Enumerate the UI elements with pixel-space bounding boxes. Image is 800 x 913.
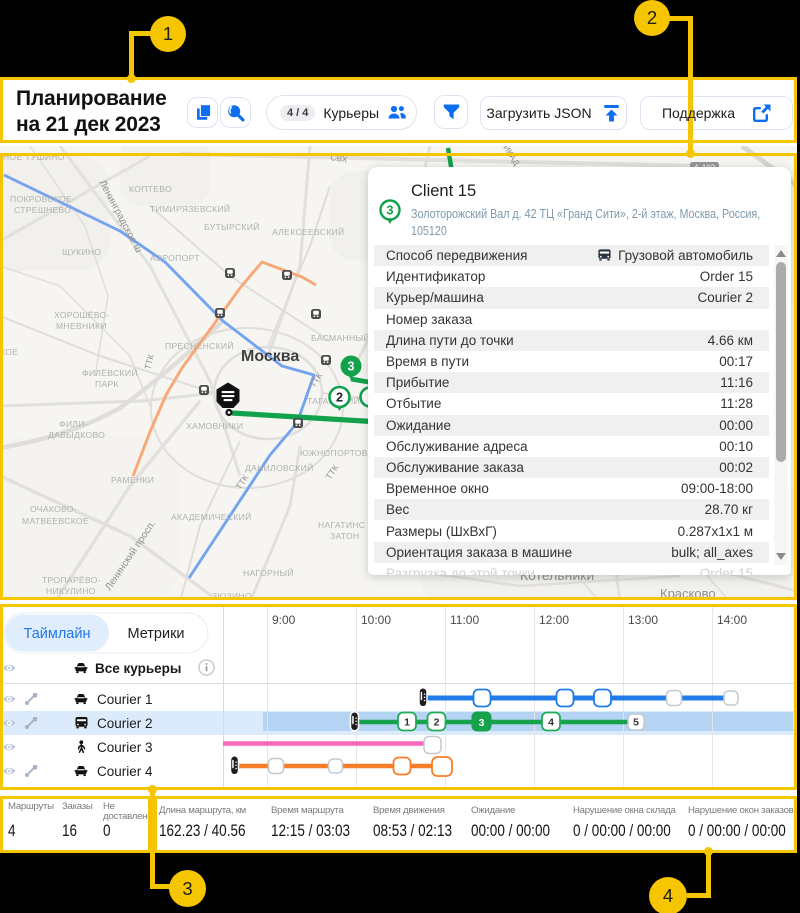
svg-text:НИКУЛИНО: НИКУЛИНО bbox=[46, 586, 96, 596]
svg-text:ТИМИРЯЗЕВСКИЙ: ТИМИРЯЗЕВСКИЙ bbox=[150, 203, 230, 214]
svg-text:Красково: Красково bbox=[660, 586, 716, 601]
svg-text:Courier 3: Courier 3 bbox=[97, 740, 153, 755]
svg-text:ПРЕСНЕНСКИЙ: ПРЕСНЕНСКИЙ bbox=[165, 340, 234, 351]
svg-text:Все курьеры: Все курьеры bbox=[95, 661, 181, 676]
svg-text:ТТК: ТТК bbox=[323, 463, 340, 481]
svg-text:ХОРОШЁВО-: ХОРОШЁВО- bbox=[54, 310, 110, 320]
svg-text:МНЕВНИКИ: МНЕВНИКИ bbox=[56, 321, 107, 331]
svg-text:2: 2 bbox=[434, 717, 440, 729]
svg-text:Courier 2: Courier 2 bbox=[97, 716, 153, 731]
svg-text:12:00: 12:00 bbox=[539, 613, 569, 627]
svg-text:Courier 4: Courier 4 bbox=[97, 764, 153, 779]
svg-text:ИКАД: ИКАД bbox=[501, 146, 522, 168]
svg-text:2: 2 bbox=[336, 391, 343, 405]
svg-text:5: 5 bbox=[633, 717, 639, 729]
svg-text:СВХ: СВХ bbox=[330, 152, 349, 164]
svg-text:АЭРОПОРТ: АЭРОПОРТ bbox=[150, 253, 200, 263]
svg-text:НАГАТИНС: НАГАТИНС bbox=[318, 520, 365, 530]
svg-text:КОЕ: КОЕ bbox=[0, 347, 18, 357]
svg-text:СТРЕШНЕВО: СТРЕШНЕВО bbox=[14, 205, 71, 215]
svg-text:НАГОРНЫЙ: НАГОРНЫЙ bbox=[243, 567, 294, 578]
svg-text:ФИЛЁВСКИЙ: ФИЛЁВСКИЙ bbox=[82, 367, 138, 378]
svg-text:ЩУКИНО: ЩУКИНО bbox=[62, 247, 101, 257]
svg-text:МАТВЕЕВСКОЕ: МАТВЕЕВСКОЕ bbox=[22, 516, 89, 526]
svg-text:БУТЫРСКИЙ: БУТЫРСКИЙ bbox=[204, 221, 260, 232]
svg-text:КОПТЕВО: КОПТЕВО bbox=[129, 184, 172, 194]
svg-text:ПОКРОВСКОЕ-: ПОКРОВСКОЕ- bbox=[10, 194, 75, 204]
svg-text:3: 3 bbox=[479, 717, 485, 729]
svg-text:3: 3 bbox=[387, 204, 394, 218]
svg-text:10:00: 10:00 bbox=[361, 613, 391, 627]
svg-text:АКАДЕМИЧЕСКИЙ: АКАДЕМИЧЕСКИЙ bbox=[171, 511, 252, 522]
svg-text:ХАМОВНИКИ: ХАМОВНИКИ bbox=[186, 421, 243, 431]
svg-text:Метрики: Метрики bbox=[127, 626, 184, 642]
svg-text:ТРОПАРЁВО-: ТРОПАРЁВО- bbox=[42, 575, 101, 585]
svg-text:Таймлайн: Таймлайн bbox=[24, 626, 91, 642]
svg-text:ЮЖНОПОРТОВ: ЮЖНОПОРТОВ bbox=[300, 448, 368, 458]
svg-text:НОЕ ТУШИНО: НОЕ ТУШИНО bbox=[3, 152, 65, 162]
svg-text:9:00: 9:00 bbox=[272, 613, 296, 627]
svg-text:1: 1 bbox=[404, 717, 410, 729]
svg-text:ДАВЫДКОВО: ДАВЫДКОВО bbox=[48, 430, 105, 440]
svg-text:4: 4 bbox=[548, 717, 554, 729]
svg-text:РАМЕНКИ: РАМЕНКИ bbox=[111, 475, 154, 485]
svg-text:ЗАТОН: ЗАТОН bbox=[330, 531, 360, 541]
svg-text:БАСМАННЫЙ: БАСМАННЫЙ bbox=[311, 332, 370, 343]
svg-text:ДАНИЛОВСКИЙ: ДАНИЛОВСКИЙ bbox=[245, 462, 314, 473]
svg-text:Москва: Москва bbox=[241, 348, 299, 365]
svg-text:3: 3 bbox=[348, 360, 355, 374]
svg-text:11:00: 11:00 bbox=[450, 613, 479, 627]
svg-text:Courier 1: Courier 1 bbox=[97, 692, 153, 707]
svg-text:АЛЕКСЕЕВСКИЙ: АЛЕКСЕЕВСКИЙ bbox=[272, 226, 344, 237]
svg-text:ПАРК: ПАРК bbox=[95, 379, 119, 389]
svg-text:14:00: 14:00 bbox=[717, 613, 747, 627]
svg-text:ТТК: ТТК bbox=[142, 353, 156, 370]
svg-text:13:00: 13:00 bbox=[628, 613, 658, 627]
svg-text:ФИЛИ-: ФИЛИ- bbox=[59, 419, 88, 429]
svg-text:ОЧАКОВО-: ОЧАКОВО- bbox=[30, 504, 77, 514]
